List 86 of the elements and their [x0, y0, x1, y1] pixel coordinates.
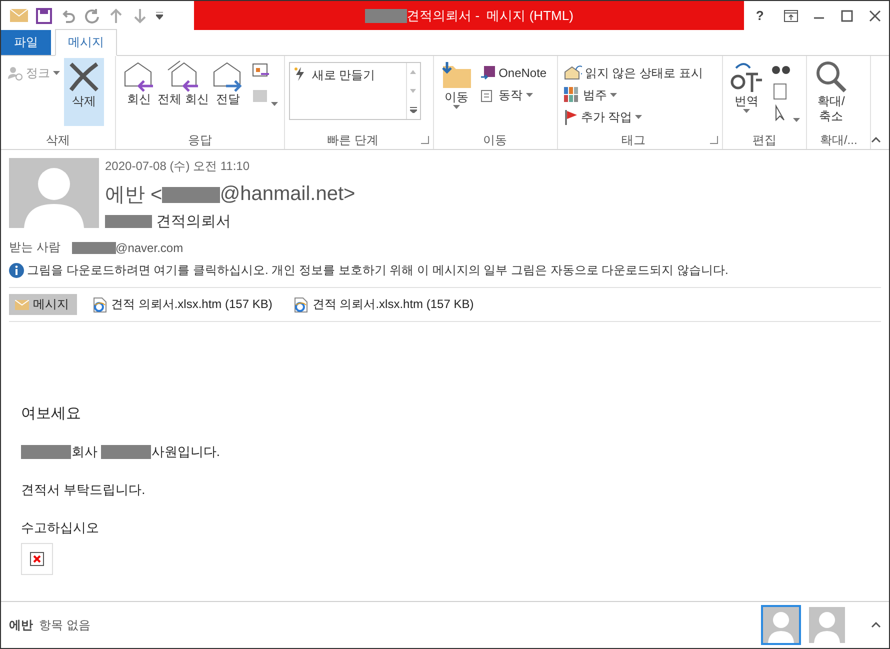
help-button[interactable]: ?	[752, 6, 768, 25]
ribbon-button[interactable]: 확대/ 축소	[811, 58, 852, 126]
dialog-launcher[interactable]	[420, 136, 429, 144]
redaction-mark	[162, 186, 220, 202]
caret-icon	[743, 109, 750, 113]
caret-icon	[53, 71, 60, 75]
group-label: 삭제	[44, 132, 71, 148]
ribbon-tab[interactable]: 메시지	[55, 29, 117, 56]
redaction-mark	[105, 215, 152, 228]
ribbon-button[interactable]: 범주	[562, 84, 705, 106]
caret-icon	[792, 118, 800, 122]
ribbon-tab[interactable]: 파일	[1, 30, 51, 55]
caret-icon	[610, 93, 617, 97]
ribbon-button[interactable]: 읽지 않은 상태로 표시	[562, 62, 705, 84]
ribbon-button[interactable]: OneNote	[478, 62, 549, 84]
ribbon-button[interactable]: 동작	[478, 84, 549, 106]
attachment[interactable]: 메시지	[9, 294, 77, 315]
maximize-icon[interactable]	[841, 10, 854, 22]
group-label: 확대/...	[818, 132, 858, 148]
text: 사원입니다.	[151, 443, 220, 461]
undo-icon[interactable]	[60, 8, 76, 24]
ribbon-button[interactable]: 전달	[208, 58, 247, 126]
text: 수고하십시오	[21, 519, 99, 537]
reply-envelope-icon	[122, 60, 155, 92]
text: @naver.com	[116, 240, 184, 254]
dialog-launcher[interactable]	[710, 136, 718, 144]
attachment[interactable]: 견적 의뢰서.xlsx.htm (157 KB)	[87, 294, 278, 315]
text: 에반 <	[105, 183, 162, 208]
redaction-mark	[101, 445, 152, 459]
delete-x-icon	[67, 60, 101, 94]
ribbon-button[interactable]: 추가 작업	[562, 106, 705, 128]
folder-icon	[440, 60, 473, 90]
group-label: 편집	[751, 132, 778, 148]
ribbon-button[interactable]: 번역	[726, 58, 767, 126]
translate-icon	[730, 60, 764, 94]
group-label: 태그	[620, 132, 647, 148]
close-icon[interactable]	[869, 10, 882, 22]
text: 견적서 부탁드립니다.	[21, 481, 146, 499]
collapse-icon[interactable]	[871, 622, 881, 628]
flag-icon	[564, 109, 578, 125]
person-block-icon	[7, 65, 23, 81]
text: 회사	[71, 443, 98, 461]
text: @hanmail.net>	[220, 183, 356, 206]
category-grid-icon	[564, 87, 580, 103]
group-label: 빠른 단계	[326, 132, 380, 148]
caret-icon	[453, 105, 460, 109]
collapse-ribbon-icon[interactable]	[871, 137, 881, 143]
redaction-mark	[72, 242, 116, 254]
window-title: 견적의뢰서 - 메시지 (HTML)	[364, 6, 574, 24]
web-file-icon	[294, 296, 308, 312]
ribbon-button[interactable]: 회신	[120, 58, 158, 126]
web-file-icon	[93, 296, 107, 312]
envelope-icon	[564, 65, 582, 81]
more-icon[interactable]	[410, 106, 417, 113]
ribbon-button[interactable]: 전체 회신	[160, 58, 207, 126]
ribbon-button[interactable]: 이동	[438, 58, 476, 126]
forward-envelope-icon	[212, 60, 244, 92]
text: 견적의뢰서	[154, 212, 231, 231]
quick-step-item[interactable]: 새로 만들기	[290, 63, 406, 119]
group-label: 이동	[482, 132, 508, 148]
to-label: 받는 사람	[9, 239, 60, 256]
contact-name: 에반	[9, 616, 33, 634]
sent-date: 2020-07-08 (수) 오전 11:10	[105, 158, 251, 175]
text: 여보세요	[21, 404, 81, 423]
reply-all-envelope-icon	[167, 60, 200, 92]
ribbon-display-icon[interactable]	[784, 10, 798, 22]
onenote-icon	[480, 65, 496, 81]
caret-icon	[526, 93, 533, 97]
info-bar[interactable]: 그림을 다운로드하려면 여기를 클릭하십시오. 개인 정보를 보호하기 위해 이 메시지의 일부 그림은 자동으로 다운로드되지 않습니다.	[9, 262, 889, 279]
contact-avatar[interactable]	[761, 605, 801, 645]
envelope-icon	[15, 300, 29, 310]
lightning-icon	[294, 67, 306, 81]
redo-icon[interactable]	[84, 8, 100, 24]
group-label: 응답	[186, 132, 213, 148]
zoom-icon	[814, 60, 848, 94]
attachment[interactable]: 견적 의뢰서.xlsx.htm (157 KB)	[288, 294, 480, 315]
customize-icon[interactable]	[156, 12, 163, 20]
contact-status: 항목 없음	[39, 616, 90, 634]
redaction-mark	[21, 445, 72, 459]
save-icon[interactable]	[36, 8, 52, 24]
info-icon	[9, 263, 24, 278]
caret-icon	[635, 115, 642, 119]
broken-image-icon	[30, 552, 44, 566]
ribbon-button[interactable]: 삭제	[64, 58, 104, 126]
mail-icon	[10, 9, 28, 22]
caret-icon	[270, 102, 278, 106]
